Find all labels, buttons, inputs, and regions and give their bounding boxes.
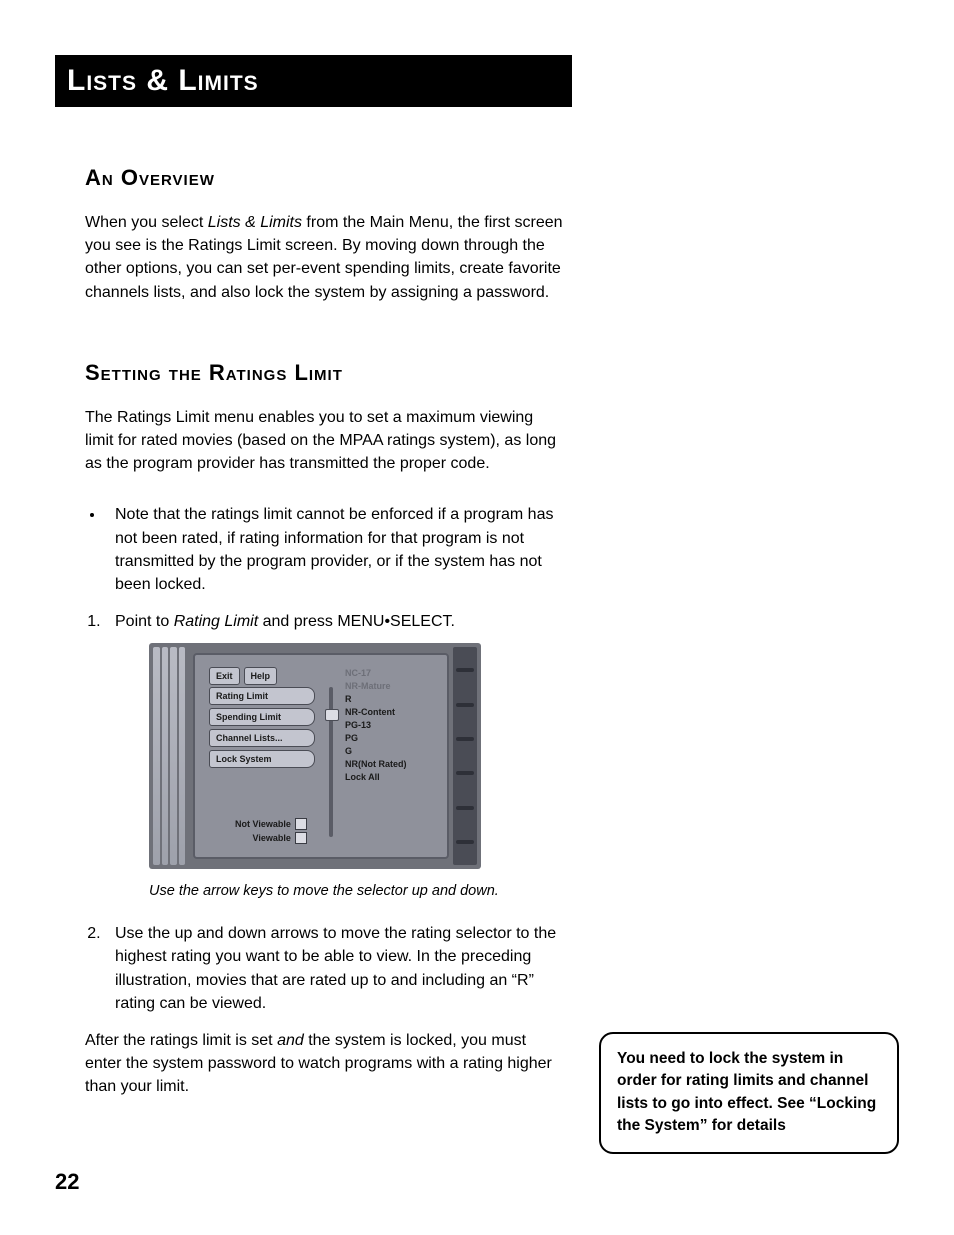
legend-not-viewable: Not Viewable xyxy=(235,818,291,831)
text-emphasis: and xyxy=(277,1032,304,1049)
bullet-list: Note that the ratings limit cannot be en… xyxy=(85,503,565,596)
text: After the ratings limit is set xyxy=(85,1032,277,1049)
menu-item-channel-lists[interactable]: Channel Lists... xyxy=(209,729,315,747)
title-bar: Lists & Limits xyxy=(55,55,572,107)
section-heading-overview: An Overview xyxy=(85,165,565,191)
menu-item-spending-limit[interactable]: Spending Limit xyxy=(209,708,315,726)
legend-box-icon xyxy=(295,832,307,844)
ratings-intro: The Ratings Limit menu enables you to se… xyxy=(85,406,565,476)
slider-thumb[interactable] xyxy=(325,709,339,721)
rating-lock-all: Lock All xyxy=(343,771,433,784)
rating-pg13: PG-13 xyxy=(343,719,433,732)
ratings-list: NC-17 NR-Mature R NR-Content PG-13 PG G … xyxy=(343,667,433,784)
steps-list: Point to Rating Limit and press MENU•SEL… xyxy=(85,610,565,1015)
overview-paragraph: When you select Lists & Limits from the … xyxy=(85,211,565,304)
help-button[interactable]: Help xyxy=(244,667,278,685)
menu-item-rating-limit[interactable]: Rating Limit xyxy=(209,687,315,705)
legend: Not Viewable Viewable xyxy=(235,817,307,845)
text-emphasis: Lists & Limits xyxy=(208,214,302,231)
after-paragraph: After the ratings limit is set and the s… xyxy=(85,1029,565,1099)
section-heading-ratings: Setting the Ratings Limit xyxy=(85,360,565,386)
rating-nc17: NC-17 xyxy=(343,667,433,680)
figure-caption: Use the arrow keys to move the selector … xyxy=(149,881,565,902)
decoration-right xyxy=(453,647,477,865)
rating-r: R xyxy=(343,693,433,706)
ui-figure: Exit Help Rating Limit Spending Limit Ch… xyxy=(149,643,565,869)
step-2: Use the up and down arrows to move the r… xyxy=(105,922,565,1015)
text: When you select xyxy=(85,214,208,231)
rating-slider[interactable] xyxy=(325,687,337,837)
text-emphasis: Rating Limit xyxy=(174,613,258,630)
decoration-left xyxy=(153,647,185,865)
rating-nr-mature: NR-Mature xyxy=(343,680,433,693)
page-number: 22 xyxy=(55,1169,79,1195)
legend-box-icon xyxy=(295,818,307,830)
exit-button[interactable]: Exit xyxy=(209,667,240,685)
bullet-item: Note that the ratings limit cannot be en… xyxy=(105,503,565,596)
step-1: Point to Rating Limit and press MENU•SEL… xyxy=(105,610,565,902)
rating-pg: PG xyxy=(343,732,433,745)
note-box: You need to lock the system in order for… xyxy=(599,1032,899,1154)
rating-nr: NR(Not Rated) xyxy=(343,758,433,771)
legend-viewable: Viewable xyxy=(253,832,291,845)
title-bar-text: Lists & Limits xyxy=(67,64,259,98)
text: and press MENU•SELECT. xyxy=(258,613,455,630)
rating-g: G xyxy=(343,745,433,758)
text: Point to xyxy=(115,613,174,630)
menu-item-lock-system[interactable]: Lock System xyxy=(209,750,315,768)
rating-nr-content: NR-Content xyxy=(343,706,433,719)
